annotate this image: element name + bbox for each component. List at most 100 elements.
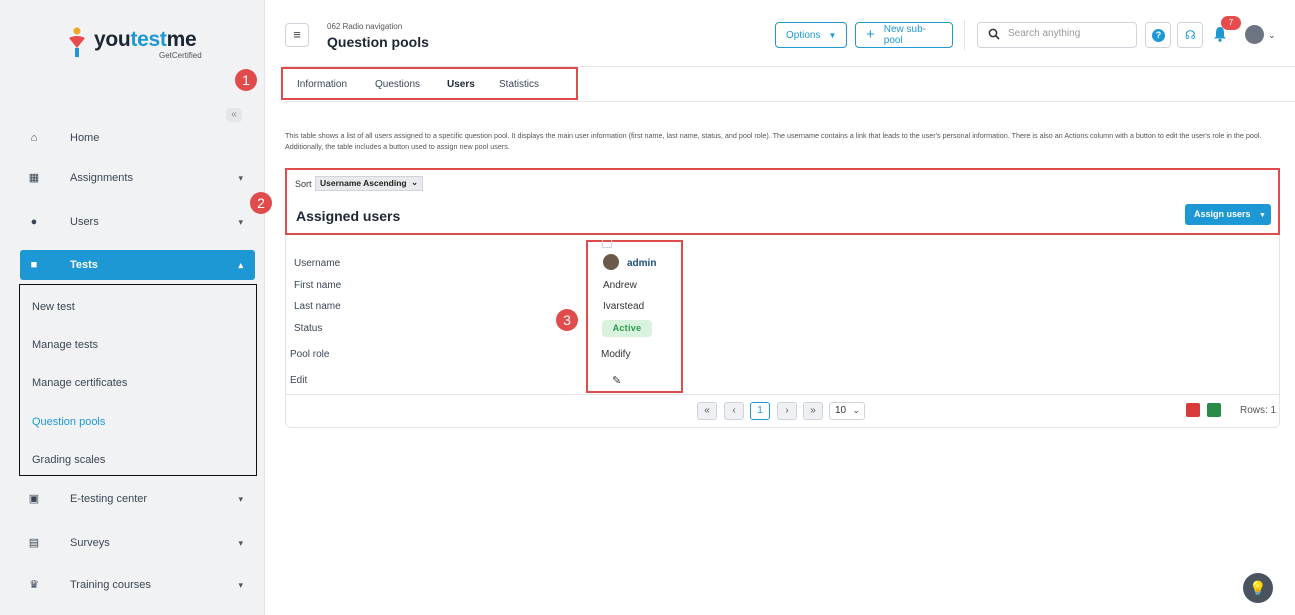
chevron-down-icon: ▾ <box>238 172 243 183</box>
rows-count: Rows: 1 <box>1240 405 1277 416</box>
search-box[interactable] <box>977 22 1137 48</box>
options-label: Options <box>786 29 821 41</box>
user-avatar[interactable] <box>1245 25 1264 44</box>
field-label-pool-role: Pool role <box>290 349 330 360</box>
sidebar-item-home[interactable]: ⌂ Home <box>20 123 255 153</box>
chevron-down-icon[interactable]: ⌄ <box>1268 30 1276 41</box>
row-select-checkbox[interactable] <box>602 240 612 248</box>
tab-questions[interactable]: Questions <box>375 79 420 90</box>
tab-users[interactable]: Users <box>447 79 475 90</box>
caret-down-icon: ▼ <box>828 30 837 40</box>
annotation-marker-2: 2 <box>250 192 272 214</box>
help-button[interactable]: ? <box>1145 22 1171 48</box>
username-link[interactable]: admin <box>627 258 656 269</box>
submenu-new-test[interactable]: New test <box>32 301 75 313</box>
chevron-down-icon: ▾ <box>238 493 243 504</box>
sort-label: Sort <box>295 179 312 189</box>
page-1-button[interactable]: 1 <box>750 402 770 420</box>
sidebar-item-label: Assignments <box>70 172 133 184</box>
sidebar-item-users[interactable]: ● Users ▾ <box>20 207 255 237</box>
logo-wordmark: youtestme <box>94 28 197 51</box>
excel-export-icon[interactable] <box>1207 403 1221 417</box>
lightbulb-icon: 💡 <box>1249 580 1267 596</box>
breadcrumb[interactable]: 062 Radio navigation <box>327 22 402 31</box>
sidebar-item-training-courses[interactable]: ♛ Training courses ▾ <box>20 570 255 600</box>
prev-page-button[interactable]: ‹ <box>724 402 744 420</box>
edit-pencil-icon[interactable]: ✎ <box>612 374 621 387</box>
tab-statistics[interactable]: Statistics <box>499 79 539 90</box>
chevron-down-icon: ▾ <box>238 579 243 590</box>
chevron-down-icon: ▾ <box>238 537 243 548</box>
assignments-icon: ▦ <box>28 172 40 184</box>
sidebar-item-label: Tests <box>70 259 98 271</box>
next-page-button[interactable]: › <box>777 402 797 420</box>
logo-mark-icon <box>69 27 85 57</box>
field-label-status: Status <box>294 323 323 334</box>
chevron-down-icon: ⌄ <box>852 406 860 415</box>
submenu-question-pools[interactable]: Question pools <box>32 416 105 428</box>
chevron-down-icon: ⌄ <box>411 178 418 187</box>
sidebar-item-tests[interactable]: ■ Tests ▴ <box>20 250 255 280</box>
search-input[interactable] <box>1008 28 1128 39</box>
last-name-value: Ivarstead <box>603 301 645 312</box>
page-title: Question pools <box>327 34 429 50</box>
home-icon: ⌂ <box>30 132 38 144</box>
first-name-value: Andrew <box>603 280 637 291</box>
sidebar-item-label: Users <box>70 216 99 228</box>
new-subpool-label: New sub-pool <box>883 24 927 46</box>
menu-toggle-button[interactable]: ≡ <box>285 23 309 47</box>
field-label-last-name: Last name <box>294 301 341 312</box>
sidebar-item-label: Home <box>70 132 100 144</box>
field-label-edit: Edit <box>290 375 308 386</box>
sort-select[interactable]: Username Ascending ⌄ <box>315 176 423 191</box>
sidebar-item-label: Surveys <box>70 537 110 549</box>
chevron-down-icon: ▾ <box>238 216 243 227</box>
collapse-sidebar-button[interactable]: « <box>226 108 242 122</box>
first-page-button[interactable]: « <box>697 402 717 420</box>
assign-users-label: Assign users <box>1194 209 1251 219</box>
last-page-button[interactable]: » <box>803 402 823 420</box>
field-label-first-name: First name <box>294 280 342 291</box>
plus-icon: + <box>866 26 875 43</box>
pool-role-value: Modify <box>601 349 631 360</box>
status-badge: Active <box>602 320 652 337</box>
field-label-username: Username <box>294 258 341 269</box>
surveys-icon: ▤ <box>28 537 40 549</box>
pdf-export-icon[interactable] <box>1186 403 1200 417</box>
search-icon <box>988 28 1000 40</box>
options-button[interactable]: Options ▼ <box>775 22 847 48</box>
caret-down-icon: ▼ <box>1259 212 1266 219</box>
trophy-icon: ♛ <box>29 579 39 591</box>
page-size-select[interactable]: 10 ⌄ <box>829 402 865 420</box>
chevron-up-icon: ▴ <box>238 259 243 270</box>
sidebar-item-surveys[interactable]: ▤ Surveys ▾ <box>20 528 255 558</box>
pager-divider <box>286 394 1279 395</box>
sidebar-item-e-testing-center[interactable]: ▣ E-testing center ▾ <box>20 484 255 514</box>
submenu-manage-certificates[interactable]: Manage certificates <box>32 377 127 389</box>
user-row-avatar <box>603 254 619 270</box>
tests-icon: ■ <box>30 259 38 271</box>
new-subpool-button[interactable]: + New sub-pool <box>855 22 953 48</box>
support-button[interactable]: ☊ <box>1177 22 1203 48</box>
sidebar-item-label: Training courses <box>70 579 151 591</box>
logo-tagline: GetCertified <box>159 51 202 60</box>
tab-information[interactable]: Information <box>297 79 347 90</box>
submenu-grading-scales[interactable]: Grading scales <box>32 454 105 466</box>
page-size-value: 10 <box>835 405 847 416</box>
page-description: This table shows a list of all users ass… <box>285 131 1262 151</box>
sidebar-item-assignments[interactable]: ▦ Assignments ▾ <box>20 163 255 193</box>
youtestme-logo[interactable]: youtestme GetCertified <box>66 26 216 66</box>
sidebar: youtestme GetCertified « ⌂ Home ▦ Assign… <box>0 0 265 615</box>
assigned-users-card <box>285 235 1280 428</box>
users-icon: ● <box>30 216 38 228</box>
sidebar-item-label: E-testing center <box>70 493 148 505</box>
e-testing-icon: ▣ <box>28 493 40 505</box>
lightbulb-help-button[interactable]: 💡 <box>1243 573 1273 603</box>
tests-submenu: New test Manage tests Manage certificate… <box>19 284 257 476</box>
tab-bar: Information Questions Users Statistics <box>281 67 578 100</box>
assign-users-button[interactable]: Assign users ▼ <box>1185 204 1271 225</box>
header-divider <box>964 20 965 50</box>
assigned-users-header: Sort Username Ascending ⌄ Assigned users… <box>285 168 1280 235</box>
submenu-manage-tests[interactable]: Manage tests <box>32 339 98 351</box>
question-mark-icon: ? <box>1152 29 1165 42</box>
